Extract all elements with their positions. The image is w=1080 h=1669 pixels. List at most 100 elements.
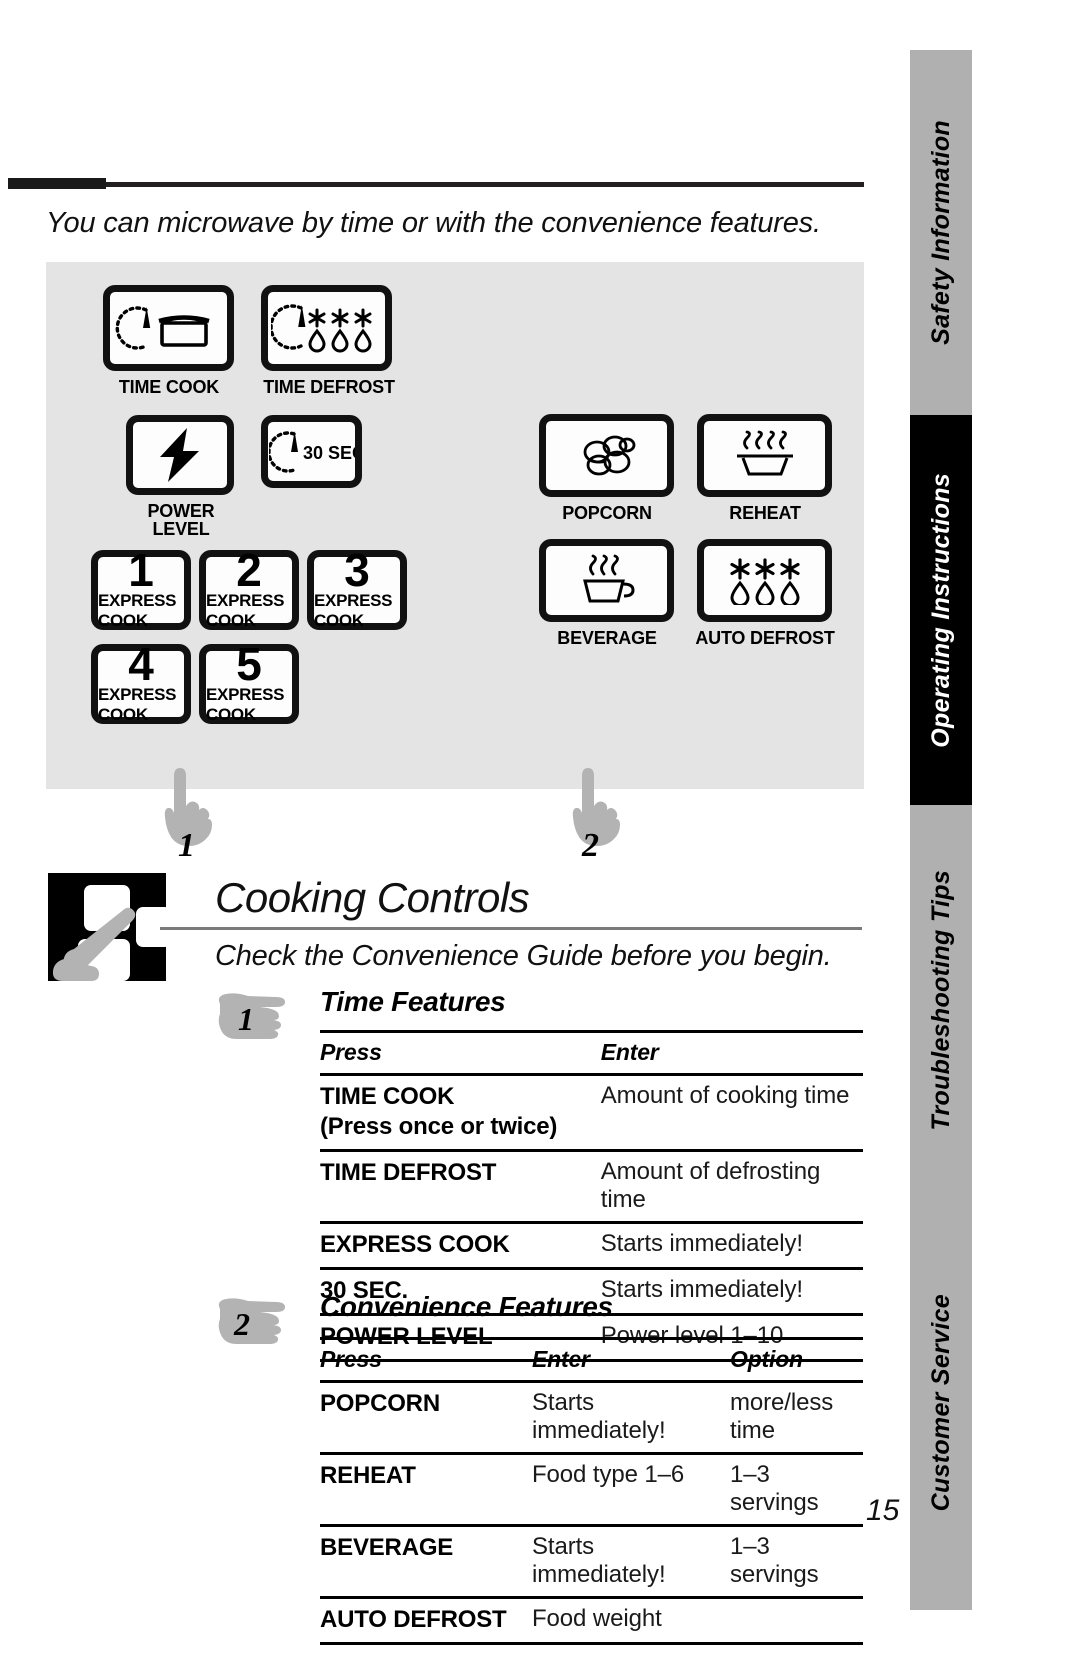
cell-enter: Starts immediately!: [532, 1533, 666, 1588]
column-header-enter: Enter: [532, 1346, 590, 1372]
panel-button-express-cook-3[interactable]: 3 EXPRESS COOK: [307, 544, 407, 630]
page-subtitle: Check the Convenience Guide before you b…: [215, 940, 832, 972]
panel-button-auto-defrost[interactable]: [697, 539, 832, 622]
cell-enter: Food type 1–6: [532, 1461, 685, 1488]
panel-caption-popcorn: POPCORN: [562, 503, 652, 523]
cell-enter: Starts immediately!: [600, 1230, 803, 1257]
title-divider: [160, 927, 862, 930]
header-rule-accent: [8, 178, 106, 189]
sidebar-tab-operating-instructions[interactable]: Operating Instructions: [910, 415, 972, 805]
column-header-enter: Enter: [600, 1039, 659, 1065]
panel-caption-beverage: BEVERAGE: [557, 628, 657, 648]
express-cook-label: EXPRESS COOK: [206, 590, 285, 630]
control-panel-illustration: TIME COOK TIME DEFROST POWER LEVEL 30 SE…: [46, 262, 864, 789]
cell-option: 1–3 servings: [730, 1533, 819, 1588]
panel-caption-time-defrost: TIME DEFROST: [263, 377, 395, 397]
clock-icon: 30 SEC.: [268, 428, 355, 476]
cell-enter: Amount of defrosting time: [600, 1158, 821, 1213]
steaming-cup-icon: [575, 554, 639, 608]
table-header-row: Press Enter Option: [320, 1338, 863, 1382]
panel-button-time-defrost[interactable]: [261, 285, 392, 371]
panel-caption-power-line1: POWER: [147, 501, 215, 521]
page-number: 15: [866, 1494, 900, 1527]
sidebar-tab-safety-information[interactable]: Safety Information: [910, 50, 972, 415]
cell-option: [730, 1598, 863, 1644]
panel-button-express-cook-4[interactable]: 4 EXPRESS COOK: [91, 638, 191, 724]
panel-button-time-cook[interactable]: [103, 285, 234, 371]
table-row: TIME DEFROST Amount of defrosting time: [320, 1151, 863, 1223]
sidebar-tab-troubleshooting-tips[interactable]: Troubleshooting Tips: [910, 805, 972, 1195]
cell-press: TIME COOK (Press once or twice): [320, 1075, 601, 1151]
svg-text:2: 2: [581, 827, 599, 864]
heading-convenience-features: Convenience Features: [320, 1291, 613, 1322]
cell-press: BEVERAGE: [320, 1534, 454, 1561]
cell-option: 1–3 servings: [730, 1461, 819, 1516]
panel-button-popcorn[interactable]: [539, 414, 674, 497]
column-header-press: Press: [320, 1346, 382, 1372]
popcorn-icon: [575, 432, 639, 480]
panel-button-express-cook-1[interactable]: 1 EXPRESS COOK: [91, 544, 191, 630]
cell-enter: Amount of cooking time: [600, 1082, 850, 1109]
snowflake-drop-icon: [726, 557, 804, 605]
svg-text:2: 2: [233, 1306, 250, 1342]
cell-press: REHEAT: [320, 1462, 416, 1489]
cell-enter: Starts immediately!: [600, 1276, 803, 1303]
express-cook-label: EXPRESS COOK: [98, 590, 177, 630]
header-rule: [8, 182, 864, 187]
cell-enter: Food weight: [532, 1605, 662, 1632]
panel-button-express-cook-2[interactable]: 2 EXPRESS COOK: [199, 544, 299, 630]
panel-caption-auto-defrost: AUTO DEFROST: [695, 628, 835, 648]
panel-caption-reheat: REHEAT: [729, 503, 801, 523]
sidebar-tabs: Safety Information Operating Instruction…: [910, 50, 972, 1610]
table-convenience-features: Press Enter Option POPCORN Starts immedi…: [320, 1337, 863, 1645]
heading-time-features: Time Features: [320, 986, 506, 1017]
steaming-dish-icon: [729, 430, 801, 482]
panel-caption-power-level: POWER LEVEL: [116, 502, 246, 539]
cell-press: TIME DEFROST: [320, 1159, 497, 1186]
cell-press: AUTO DEFROST: [320, 1606, 507, 1633]
cell-press-line2: (Press once or twice): [320, 1113, 558, 1140]
callout-pointing-hand-2: 2: [560, 758, 626, 870]
clock-dish-icon: [115, 300, 223, 356]
column-header-press: Press: [320, 1039, 382, 1065]
cell-press-line1: TIME COOK: [320, 1083, 455, 1110]
clock-snowflake-drop-icon: [270, 299, 383, 357]
sidebar-tab-label: Operating Instructions: [926, 472, 955, 748]
cell-press: POPCORN: [320, 1390, 440, 1417]
svg-text:1: 1: [178, 827, 195, 864]
callout-hand-convenience-features: 2: [216, 1291, 316, 1345]
svg-text:1: 1: [238, 1001, 254, 1037]
express-cook-number: 2: [236, 544, 262, 597]
sidebar-tab-customer-service[interactable]: Customer Service: [910, 1195, 972, 1610]
panel-caption-power-line2: LEVEL: [152, 519, 210, 540]
callout-pointing-hand-1: 1: [152, 758, 218, 870]
sidebar-tab-label: Troubleshooting Tips: [926, 869, 955, 1131]
cell-press: EXPRESS COOK: [320, 1231, 510, 1258]
column-header-option: Option: [730, 1346, 803, 1372]
panel-button-power-level[interactable]: [126, 415, 234, 495]
table-row: REHEAT Food type 1–6 1–3 servings: [320, 1454, 863, 1526]
express-cook-number: 4: [128, 638, 154, 691]
table-header-row: Press Enter: [320, 1031, 863, 1075]
express-cook-number: 1: [128, 544, 154, 597]
panel-caption-time-cook: TIME COOK: [118, 377, 220, 397]
table-row: POPCORN Starts immediately! more/less ti…: [320, 1382, 863, 1454]
sidebar-tab-label: Safety Information: [926, 120, 955, 345]
hand-pressing-button-icon: [48, 873, 172, 981]
cell-option: more/less time: [730, 1389, 834, 1444]
page-title: Cooking Controls: [215, 874, 530, 921]
panel-button-30-sec[interactable]: 30 SEC.: [261, 415, 362, 488]
sidebar-tab-label: Customer Service: [926, 1293, 955, 1512]
panel-button-reheat[interactable]: [697, 414, 832, 497]
express-cook-label: EXPRESS COOK: [314, 590, 393, 630]
svg-text:30 SEC.: 30 SEC.: [303, 443, 355, 463]
panel-button-express-cook-5[interactable]: 5 EXPRESS COOK: [199, 641, 299, 724]
table-row: EXPRESS COOK Starts immediately!: [320, 1223, 863, 1269]
express-cook-number: 3: [344, 544, 370, 597]
callout-hand-time-features: 1: [216, 986, 316, 1040]
table-row: TIME COOK (Press once or twice) Amount o…: [320, 1075, 863, 1151]
express-cook-label: EXPRESS COOK: [98, 684, 177, 724]
lightning-bolt-icon: [154, 426, 206, 484]
panel-button-beverage[interactable]: [539, 539, 674, 622]
table-row: BEVERAGE Starts immediately! 1–3 serving…: [320, 1526, 863, 1598]
